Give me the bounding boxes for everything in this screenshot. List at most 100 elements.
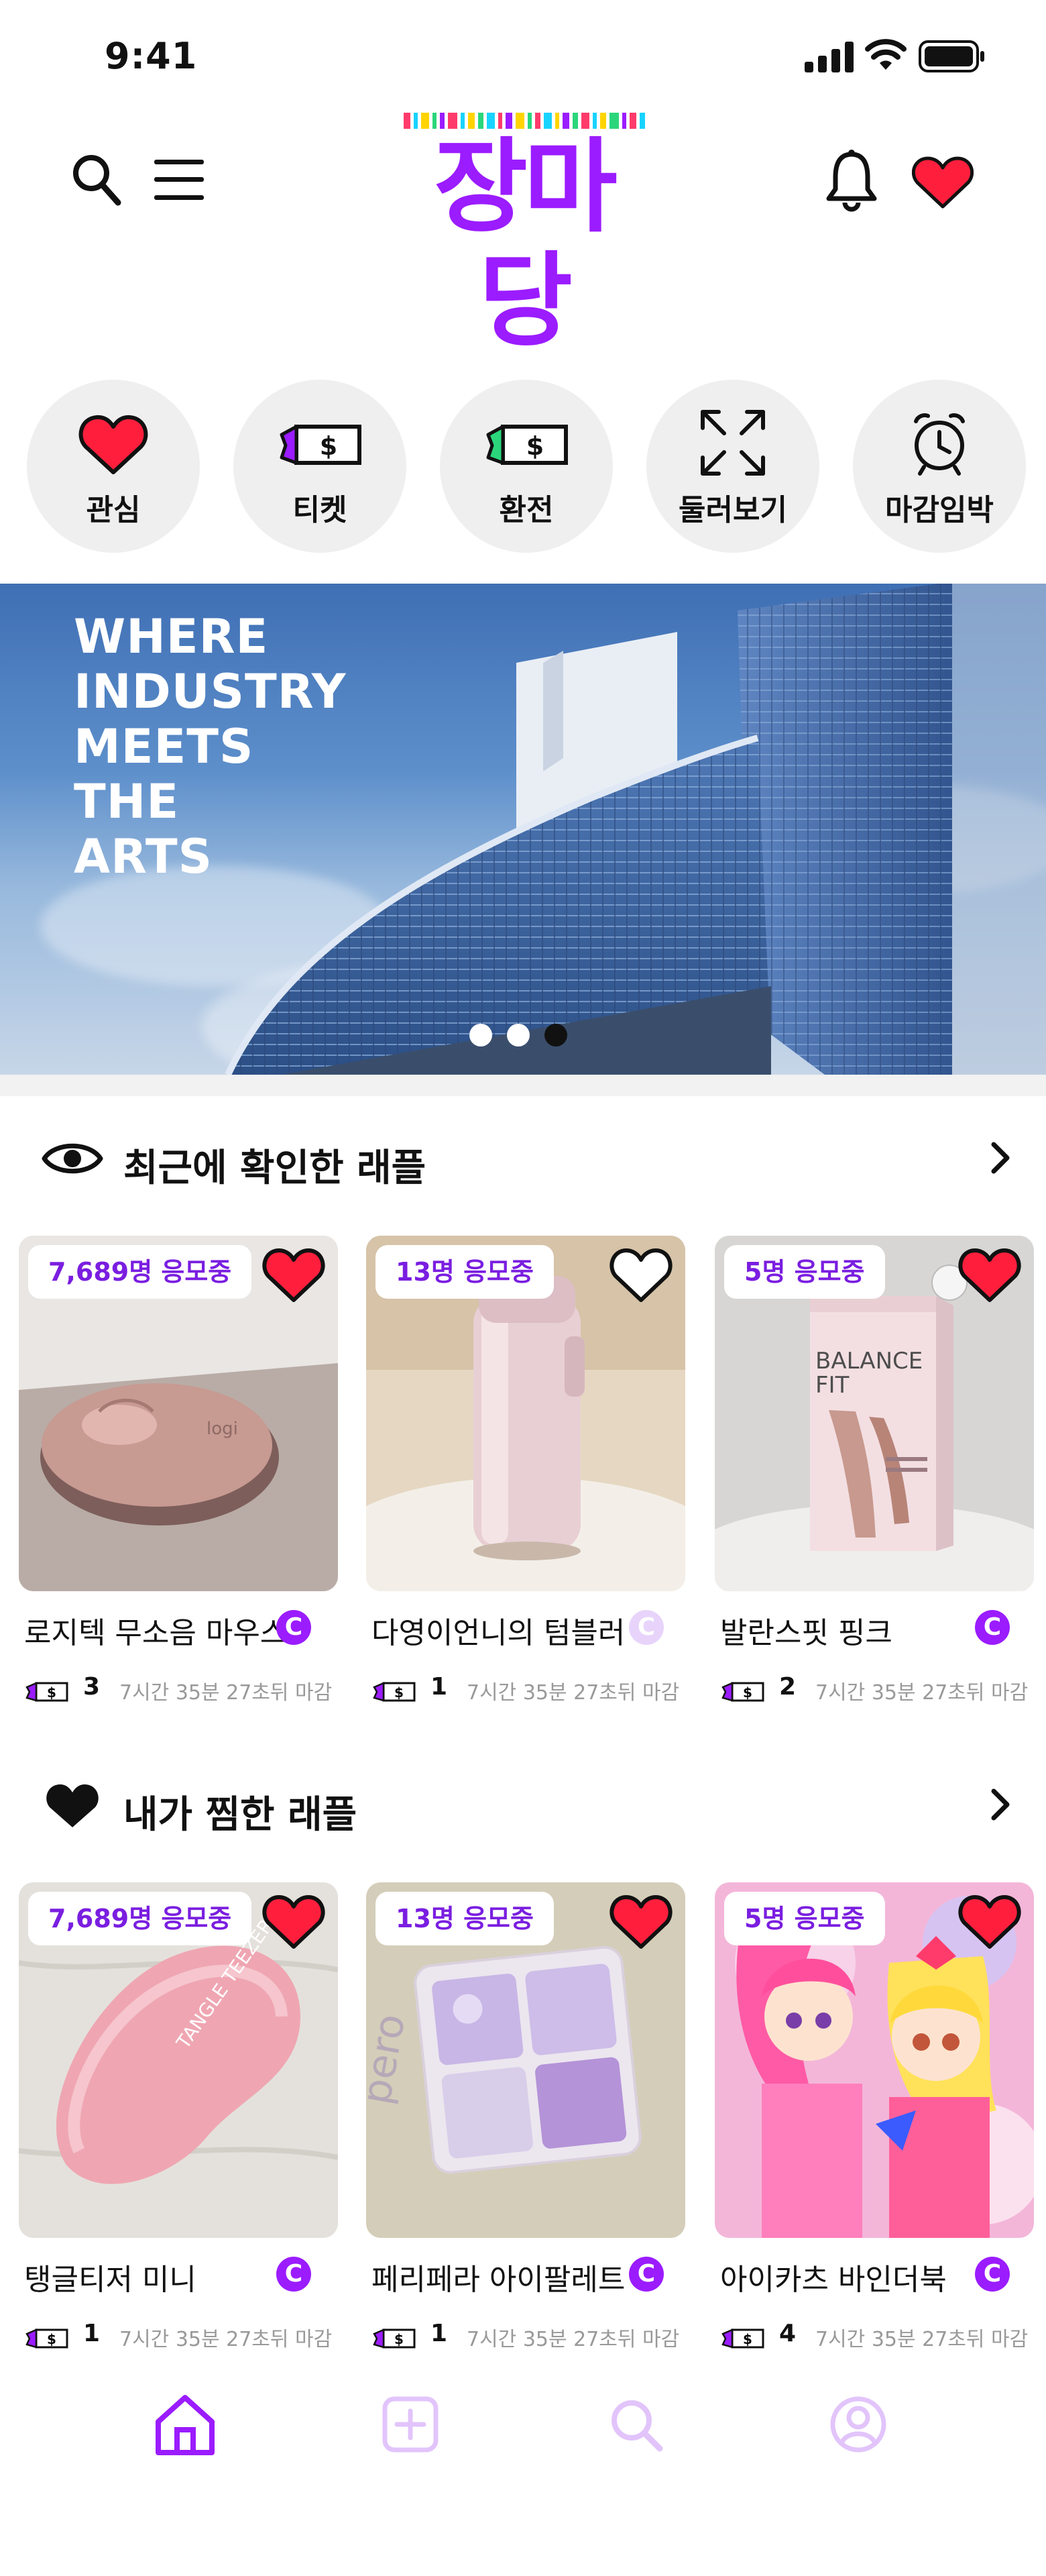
quick-menu-browse[interactable]: 둘러보기 [646, 380, 819, 553]
svg-text:$: $ [743, 1684, 752, 1701]
ticket-icon: $ [373, 1682, 416, 1702]
alarm-clock-icon [914, 413, 965, 476]
section-title: 최근에 확인한 래플 [123, 1146, 426, 1190]
heart-filled-icon[interactable] [609, 1892, 673, 1949]
svg-text:$: $ [47, 2331, 56, 2347]
svg-text:$: $ [743, 2331, 752, 2347]
deadline-text: 7시간 35분 27초뒤 마감 [119, 1681, 333, 1705]
ticket-icon: $ [280, 425, 361, 465]
raffle-title: 탱글티저 미니 [24, 2263, 196, 2297]
exchange-ticket-icon: $ [486, 425, 568, 465]
ticket-icon: $ [721, 1682, 764, 1702]
eye-icon [42, 1143, 103, 1174]
banner-line: ARTS [74, 829, 213, 884]
plus-square-icon[interactable] [377, 2391, 444, 2458]
notification-bell-icon[interactable] [825, 148, 878, 212]
svg-text:$: $ [394, 2331, 404, 2347]
heart-filled-icon[interactable] [957, 1245, 1022, 1303]
svg-text:logi: logi [207, 1419, 238, 1439]
profile-icon[interactable] [825, 2391, 892, 2458]
ticket-count: 1 [430, 2320, 448, 2347]
ticket-count: 4 [779, 2320, 797, 2347]
banner-line: MEETS [74, 719, 254, 774]
deadline-text: 7시간 35분 27초뒤 마감 [815, 2328, 1029, 2351]
svg-text:$: $ [526, 431, 544, 461]
participants-badge: 7,689명 응모중 [28, 1892, 252, 1945]
recent-raffles-list: logi 7,689명 응모중 로지텍 무소음 마우스 C $ 3 7시간 35… [0, 1236, 1046, 1705]
banner-line: WHERE [74, 609, 269, 664]
deadline-text: 7시간 35분 27초뒤 마감 [467, 1681, 680, 1705]
category-c-badge: C [975, 2257, 1010, 2292]
category-c-badge: C [975, 1610, 1010, 1645]
deadline-text: 7시간 35분 27초뒤 마감 [467, 2328, 680, 2351]
status-bar: 9:41 [0, 0, 1046, 101]
raffle-title: 페리페라 아이팔레트 [371, 2263, 626, 2297]
pagination-dot-active[interactable] [544, 1024, 567, 1046]
app-header: 장마당 [0, 101, 1046, 358]
quick-menu-label: 환전 [499, 493, 554, 527]
logo-barcode [404, 113, 646, 129]
heart-filled-icon[interactable] [262, 1245, 326, 1303]
svg-text:$: $ [47, 1684, 56, 1701]
quick-menu-ticket[interactable]: $ 티켓 [233, 380, 406, 553]
bottom-tab-bar [0, 2361, 1046, 2482]
search-icon[interactable] [70, 152, 123, 208]
raffle-title: 로지텍 무소음 마우스 [24, 1616, 288, 1650]
expand-arrows-icon [701, 410, 765, 476]
raffle-card[interactable]: 13명 응모중 다영이언니의 텀블러 C $ 1 7시간 35분 27초뒤 마감 [366, 1236, 685, 1705]
category-c-badge: C [276, 2257, 311, 2292]
heart-icon[interactable] [912, 154, 974, 209]
participants-badge: 13명 응모중 [375, 1245, 554, 1299]
ticket-icon: $ [25, 1682, 68, 1702]
heart-icon [78, 415, 148, 474]
banner-pagination [469, 1024, 577, 1046]
participants-badge: 5명 응모중 [724, 1245, 885, 1299]
heart-filled-icon[interactable] [957, 1892, 1022, 1949]
heart-outline-icon[interactable] [609, 1245, 673, 1303]
participants-badge: 7,689명 응모중 [28, 1245, 252, 1299]
raffle-card[interactable]: TANGLE TEEZER 7,689명 응모중 탱글티저 미니 C $ 1 7… [19, 1882, 338, 2352]
ticket-count: 1 [430, 1673, 448, 1701]
banner-line: INDUSTRY [74, 664, 347, 719]
menu-icon[interactable] [153, 158, 205, 201]
home-icon[interactable] [152, 2391, 219, 2458]
raffle-title: 아이카츠 바인더북 [720, 2263, 947, 2297]
quick-menu-exchange[interactable]: $ 환전 [440, 380, 613, 553]
svg-text:$: $ [320, 431, 337, 461]
banner-headline: WHERE INDUSTRY MEETS THE ARTS [74, 609, 422, 884]
search-icon[interactable] [602, 2391, 669, 2458]
recent-raffles-header[interactable]: 최근에 확인한 래플 [0, 1122, 1046, 1195]
category-c-badge: C [276, 1610, 311, 1645]
ticket-icon: $ [373, 2328, 416, 2349]
raffle-card[interactable]: pero 13명 응모중 페리페라 아이팔레트 C $ 1 7시간 35분 27… [366, 1882, 685, 2352]
quick-menu-closing-soon[interactable]: 마감임박 [853, 380, 1026, 553]
chevron-right-icon[interactable] [980, 1784, 1021, 1825]
liked-raffles-header[interactable]: 내가 찜한 래플 [0, 1768, 1046, 1842]
home-indicator [349, 2542, 697, 2553]
app-logo[interactable]: 장마당 [400, 109, 648, 358]
raffle-card[interactable]: 5명 응모중 아이카츠 바인더북 C $ 4 7시간 35분 27초뒤 마감 [715, 1882, 1034, 2352]
quick-menu-label: 관심 [86, 493, 141, 527]
pagination-dot[interactable] [469, 1024, 492, 1046]
ticket-icon: $ [721, 2328, 764, 2349]
logo-text: 장마당 [434, 127, 618, 360]
category-c-badge: C [629, 1610, 664, 1645]
cellular-signal-icon [805, 42, 854, 72]
ticket-count: 3 [83, 1673, 101, 1701]
chevron-right-icon[interactable] [980, 1138, 1021, 1178]
pagination-dot[interactable] [507, 1024, 530, 1046]
participants-badge: 13명 응모중 [375, 1892, 554, 1945]
ticket-count: 1 [83, 2320, 101, 2347]
heart-black-icon [46, 1784, 99, 1827]
heart-filled-icon[interactable] [262, 1892, 326, 1949]
product-label: BALANCE [815, 1348, 923, 1375]
svg-text:$: $ [394, 1684, 404, 1701]
quick-menu-interest[interactable]: 관심 [27, 380, 200, 553]
raffle-card[interactable]: logi 7,689명 응모중 로지텍 무소음 마우스 C $ 3 7시간 35… [19, 1236, 338, 1705]
quick-menu-label: 마감임박 [885, 493, 994, 527]
status-time: 9:41 [105, 35, 198, 77]
raffle-card[interactable]: BALANCE FIT 5명 응모중 발란스핏 핑크 C $ 2 7시간 35분… [715, 1236, 1034, 1705]
hero-banner[interactable]: WHERE INDUSTRY MEETS THE ARTS [0, 584, 1046, 1075]
section-title: 내가 찜한 래플 [123, 1793, 357, 1837]
raffle-title: 다영이언니의 텀블러 [371, 1616, 626, 1650]
